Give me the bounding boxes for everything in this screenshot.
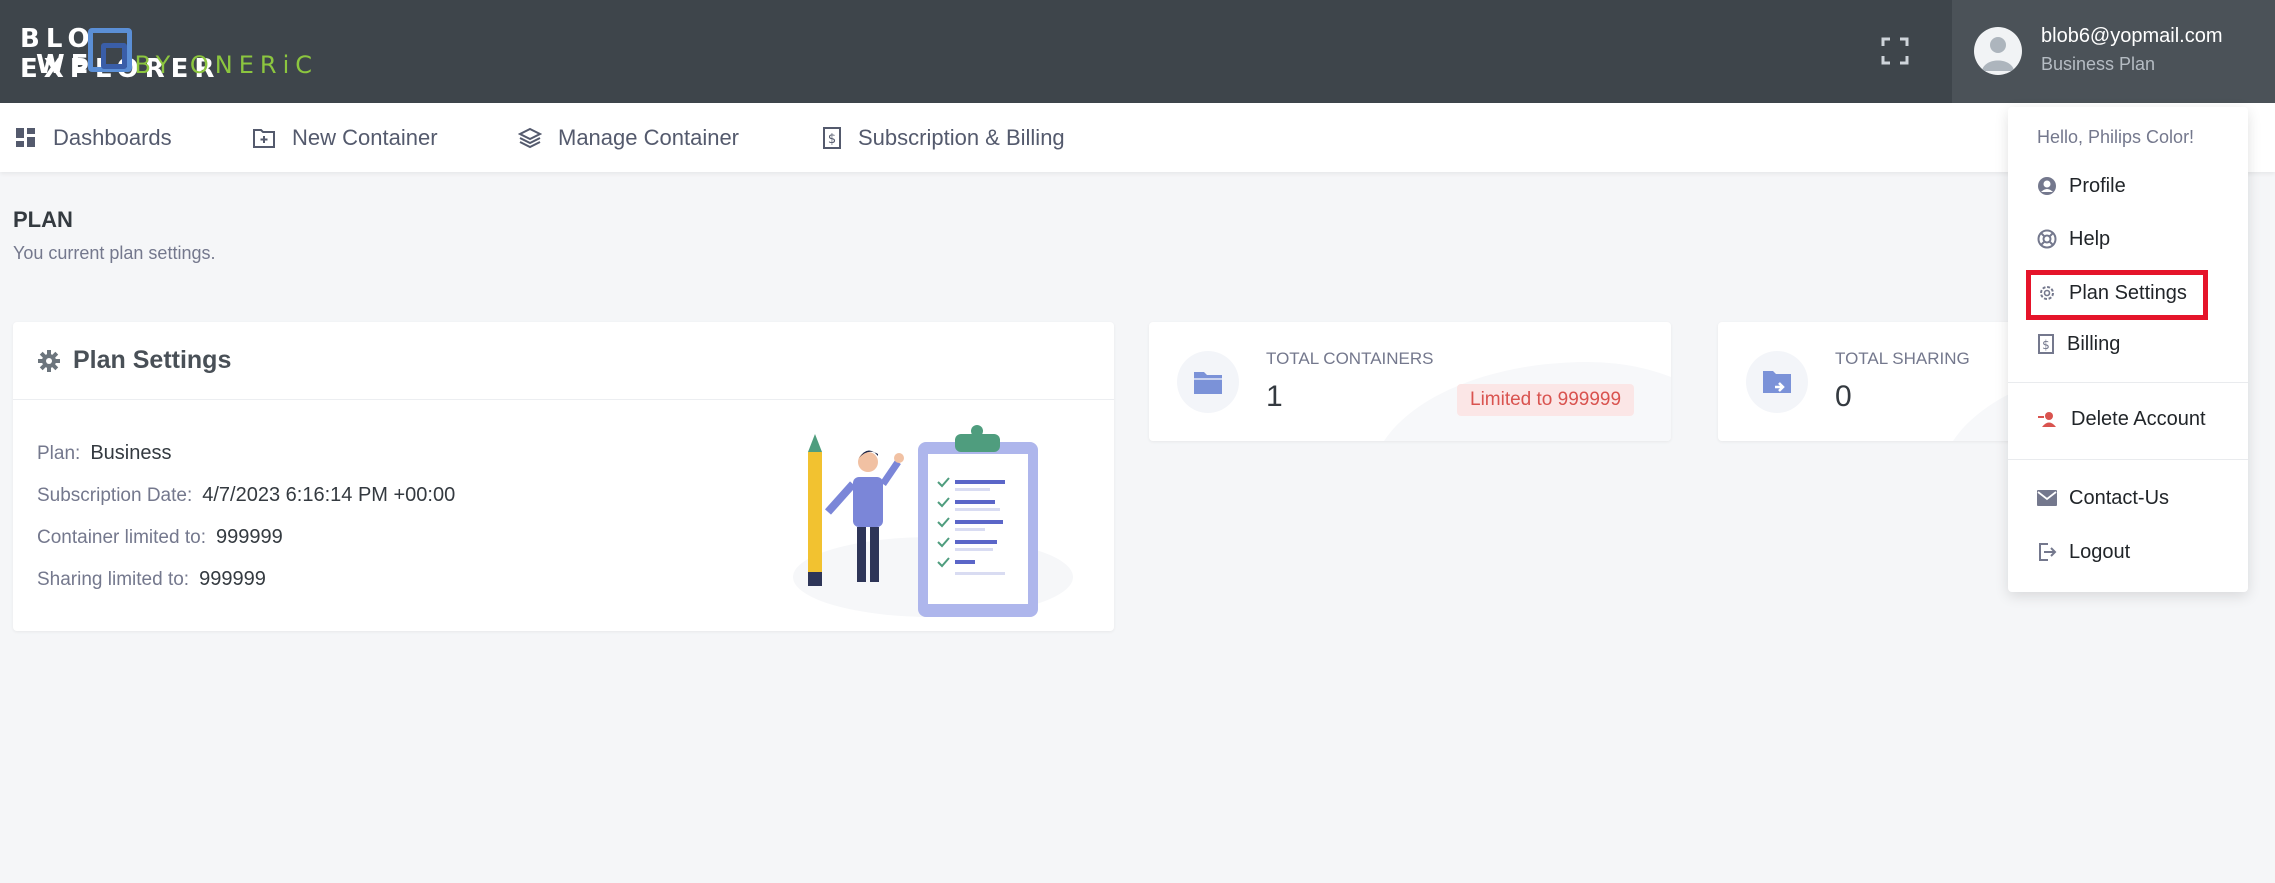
detail-subscription-date: Subscription Date: 4/7/2023 6:16:14 PM +0…: [37, 484, 455, 507]
dropdown-item-label: Logout: [2069, 540, 2131, 563]
user-email: blob6@yopmail.com: [2041, 25, 2223, 47]
page-title: PLAN: [13, 207, 73, 232]
detail-label: Sharing limited to:: [37, 569, 190, 590]
detail-value: 4/7/2023 6:16:14 PM +00:00: [202, 484, 456, 506]
main-nav: Dashboards New Container Manage Containe…: [0, 103, 2275, 172]
highlight-box: [2026, 270, 2208, 320]
grid-icon: [16, 127, 35, 147]
dropdown-divider: [2008, 382, 2248, 383]
mail-icon: [2037, 490, 2057, 506]
folder-icon: [1194, 372, 1222, 394]
dollar-document-icon: $: [2038, 334, 2054, 354]
dropdown-greeting: Hello, Philips Color!: [2037, 127, 2195, 147]
svg-text:$: $: [2042, 338, 2050, 352]
dropdown-item-label: Profile: [2069, 174, 2126, 197]
logout-icon: [2039, 543, 2057, 561]
detail-sharing-limit: Sharing limited to: 999999: [37, 568, 266, 591]
plan-card-header: Plan Settings: [13, 322, 1114, 400]
avatar: [1974, 27, 2022, 75]
dropdown-item-logout[interactable]: Logout: [2037, 535, 2130, 569]
dropdown-item-label: Help: [2069, 227, 2111, 250]
dropdown-item-label: Contact-Us: [2069, 486, 2170, 509]
stat-icon-wrapper: [1746, 351, 1808, 413]
detail-label: Plan:: [37, 443, 81, 464]
user-remove-icon: [2038, 412, 2056, 427]
stat-label: TOTAL SHARING: [1835, 349, 1970, 368]
stat-label: TOTAL CONTAINERS: [1266, 349, 1434, 368]
detail-value: 999999: [215, 526, 283, 548]
dropdown-item-billing[interactable]: $ Billing: [2037, 327, 2120, 361]
dropdown-divider: [2008, 459, 2248, 460]
plan-settings-card: Plan Settings Plan: Business Subscription…: [13, 322, 1114, 631]
top-header: BLOEXPLORER WE BY ONERiC blob6@yopmail.co…: [0, 0, 2275, 103]
stat-value: 0: [1835, 380, 1852, 413]
nav-manage-container[interactable]: Manage Container: [518, 103, 739, 172]
dropdown-item-label: Delete Account: [2071, 407, 2206, 430]
folder-plus-icon: [253, 128, 275, 148]
dollar-document-icon: $: [823, 126, 841, 149]
detail-label: Container limited to:: [37, 527, 206, 548]
nav-dashboards[interactable]: Dashboards: [15, 103, 172, 172]
gear-icon: [38, 349, 60, 372]
user-dropdown-menu: Hello, Philips Color! Profile Help Plan …: [2008, 107, 2248, 592]
stat-value: 1: [1266, 380, 1283, 413]
svg-text:$: $: [828, 132, 836, 147]
layers-icon: [518, 127, 542, 148]
dropdown-item-label: Billing: [2067, 332, 2121, 355]
folder-share-icon: [1763, 371, 1791, 393]
detail-value: Business: [90, 442, 172, 464]
lifebuoy-icon: [2037, 229, 2057, 249]
dropdown-item-delete-account[interactable]: Delete Account: [2037, 402, 2206, 436]
dropdown-item-contact-us[interactable]: Contact-Us: [2037, 481, 2169, 515]
limit-badge: Limited to 999999: [1457, 384, 1635, 416]
plan-card-title: Plan Settings: [73, 346, 232, 374]
nav-new-container-label: New Container: [292, 124, 438, 150]
nav-dashboards-label: Dashboards: [53, 124, 172, 150]
stat-icon-wrapper: [1177, 351, 1239, 413]
nav-subscription-billing-label: Subscription & Billing: [858, 124, 1065, 150]
nav-manage-container-label: Manage Container: [558, 124, 740, 150]
user-plan: Business Plan: [2041, 54, 2156, 74]
nav-new-container[interactable]: New Container: [252, 103, 438, 172]
detail-label: Subscription Date:: [37, 485, 193, 506]
detail-value: 999999: [199, 568, 266, 590]
user-menu-toggle[interactable]: blob6@yopmail.com Business Plan: [1952, 0, 2275, 103]
detail-plan: Plan: Business: [37, 442, 171, 465]
app-logo[interactable]: BLOEXPLORER WE BY ONERiC: [20, 24, 320, 84]
dropdown-item-profile[interactable]: Profile: [2037, 169, 2126, 203]
checklist-illustration: [793, 425, 1073, 617]
logo-text-3: WE: [36, 50, 95, 80]
logo-tagline: BY ONERiC: [134, 51, 319, 79]
fullscreen-icon[interactable]: [1880, 36, 1910, 66]
dropdown-item-help[interactable]: Help: [2037, 222, 2110, 256]
nav-subscription-billing[interactable]: $ Subscription & Billing: [822, 103, 1065, 172]
user-circle-icon: [2038, 177, 2056, 195]
detail-container-limit: Container limited to: 999999: [37, 526, 283, 549]
page-subtitle: You current plan settings.: [13, 243, 216, 263]
stat-card-total-containers: TOTAL CONTAINERS 1 Limited to 999999: [1149, 322, 1671, 441]
